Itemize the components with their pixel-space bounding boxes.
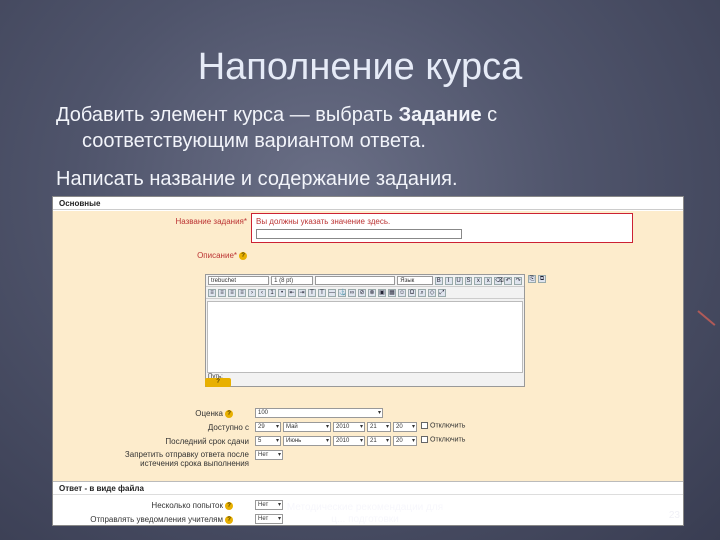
align-right-icon[interactable]: ≡: [228, 288, 236, 297]
disable-label: Отключить: [430, 422, 466, 430]
paste-icon[interactable]: ⎘: [528, 275, 536, 283]
checkbox[interactable]: [421, 422, 428, 429]
available-month-select[interactable]: Май: [283, 422, 331, 432]
bg-color-icon[interactable]: T: [318, 288, 326, 297]
description-label-text: Описание*: [197, 251, 237, 260]
prevent-late-label-line2: истечения срока выполнения: [140, 459, 249, 468]
available-minute-select[interactable]: 20: [393, 422, 417, 432]
subscript-icon[interactable]: x: [474, 276, 483, 285]
bullet1-line2: соответствующим вариантом ответа.: [82, 130, 426, 152]
grade-select[interactable]: 100: [255, 408, 383, 418]
bullet-write-name: Написать название и содержание задания.: [56, 168, 458, 190]
prevent-late-select[interactable]: Нет: [255, 450, 283, 460]
bullet-add-element: Добавить элемент курса — выбрать Задание…: [56, 102, 656, 154]
indent-icon[interactable]: ⇥: [298, 288, 306, 297]
name-field-error-box: Вы должны указать значение здесь.: [251, 213, 633, 243]
italic-icon[interactable]: I: [444, 276, 453, 285]
html-editor: trebuchet 1 (8 pt) Язык B I U S x x ⌫ ↶ …: [205, 274, 525, 387]
fullscreen-icon[interactable]: ⤢: [438, 288, 446, 297]
checkbox[interactable]: [421, 436, 428, 443]
file-section-header: Ответ - в виде файла: [53, 482, 683, 495]
due-month-select[interactable]: Июнь: [283, 436, 331, 446]
align-left-icon[interactable]: ≡: [208, 288, 216, 297]
name-input[interactable]: [256, 229, 462, 239]
name-error: Вы должны указать значение здесь.: [256, 217, 391, 226]
font-select[interactable]: trebuchet: [208, 276, 270, 285]
available-year-select[interactable]: 2010: [333, 422, 365, 432]
lang-select[interactable]: Язык: [397, 276, 433, 285]
grade-label: Оценка?: [113, 409, 233, 418]
editor-side-icons: ⎘ ⧉: [528, 275, 546, 283]
link-icon[interactable]: ∞: [348, 288, 356, 297]
decorative-line: [697, 310, 716, 326]
html-source-icon[interactable]: ◇: [428, 288, 436, 297]
bullet1-text-post: с: [481, 104, 498, 126]
help-icon[interactable]: ?: [239, 251, 247, 260]
due-hour-select[interactable]: 21: [367, 436, 391, 446]
due-minute-select[interactable]: 20: [393, 436, 417, 446]
available-disable-checkbox[interactable]: Отключить: [421, 422, 465, 429]
align-justify-icon[interactable]: ≡: [238, 288, 246, 297]
due-disable-checkbox[interactable]: Отключить: [421, 436, 465, 443]
align-center-icon[interactable]: ≡: [218, 288, 226, 297]
name-label: Название задания*: [175, 217, 247, 226]
editor-text-area[interactable]: [207, 301, 523, 373]
moodle-form-screenshot: Основные Название задания* Вы должны ука…: [52, 196, 684, 526]
help-icon[interactable]: ?: [225, 409, 233, 418]
grade-label-text: Оценка: [195, 409, 223, 418]
description-label: Описание*?: [113, 251, 247, 260]
due-label: Последний срок сдачи: [165, 437, 249, 446]
footer-text: Методические рекомендации для ц... подго…: [200, 502, 530, 526]
image-icon[interactable]: ▣: [378, 288, 386, 297]
smiley-icon[interactable]: ☺: [398, 288, 406, 297]
redo-icon[interactable]: ↷: [514, 276, 523, 285]
bullet1-bold: Задание: [398, 104, 482, 126]
copy-icon[interactable]: ⧉: [538, 275, 546, 283]
anchor-icon[interactable]: ⚓: [338, 288, 346, 297]
superscript-icon[interactable]: x: [484, 276, 493, 285]
special-char-icon[interactable]: Ω: [408, 288, 416, 297]
nolink-icon[interactable]: ⊗: [368, 288, 376, 297]
footer-line2: ц... подготовки: [331, 514, 399, 525]
size-select[interactable]: 1 (8 pt): [271, 276, 313, 285]
hr-icon[interactable]: —: [328, 288, 336, 297]
format-select[interactable]: [314, 276, 396, 285]
underline-icon[interactable]: U: [454, 276, 463, 285]
clean-icon[interactable]: ⌫: [494, 276, 504, 285]
prevent-late-label-line1: Запретить отправку ответа после: [124, 450, 249, 459]
editor-help-label: ?: [216, 379, 220, 385]
unlink-icon[interactable]: ⊘: [358, 288, 366, 297]
bold-icon[interactable]: B: [434, 276, 443, 285]
editor-toolbar-2: ≡ ≡ ≡ ≡ › ‹ 1 • ⇤ ⇥ T T — ⚓ ∞ ⊘ ⊗ ▣ ▦ ☺ …: [206, 287, 524, 299]
available-label: Доступно с: [207, 423, 249, 432]
outdent-icon[interactable]: ⇤: [288, 288, 296, 297]
slide-title: Наполнение курса: [197, 46, 523, 88]
prevent-late-label: Запретить отправку ответа после истечения…: [73, 450, 249, 468]
editor-toolbar-1: trebuchet 1 (8 pt) Язык B I U S x x ⌫ ↶ …: [206, 275, 524, 287]
due-day-select[interactable]: 5: [255, 436, 281, 446]
available-day-select[interactable]: 29: [255, 422, 281, 432]
available-hour-select[interactable]: 21: [367, 422, 391, 432]
rtl-icon[interactable]: ‹: [258, 288, 266, 297]
ltr-icon[interactable]: ›: [248, 288, 256, 297]
table-icon[interactable]: ▦: [388, 288, 396, 297]
strike-icon[interactable]: S: [464, 276, 473, 285]
footer-line1: Методические рекомендации для: [286, 502, 444, 513]
search-icon[interactable]: ⌕: [418, 288, 426, 297]
disable-label: Отключить: [430, 436, 466, 444]
editor-help-button[interactable]: ?: [205, 378, 231, 387]
undo-icon[interactable]: ↶: [504, 276, 513, 285]
section-main-header: Основные: [53, 197, 683, 210]
page-number: 23: [668, 510, 680, 521]
ordered-list-icon[interactable]: 1: [268, 288, 276, 297]
text-color-icon[interactable]: T: [308, 288, 316, 297]
bullet1-text-pre: Добавить элемент курса — выбрать: [56, 104, 399, 126]
bullet-list-icon[interactable]: •: [278, 288, 286, 297]
due-year-select[interactable]: 2010: [333, 436, 365, 446]
